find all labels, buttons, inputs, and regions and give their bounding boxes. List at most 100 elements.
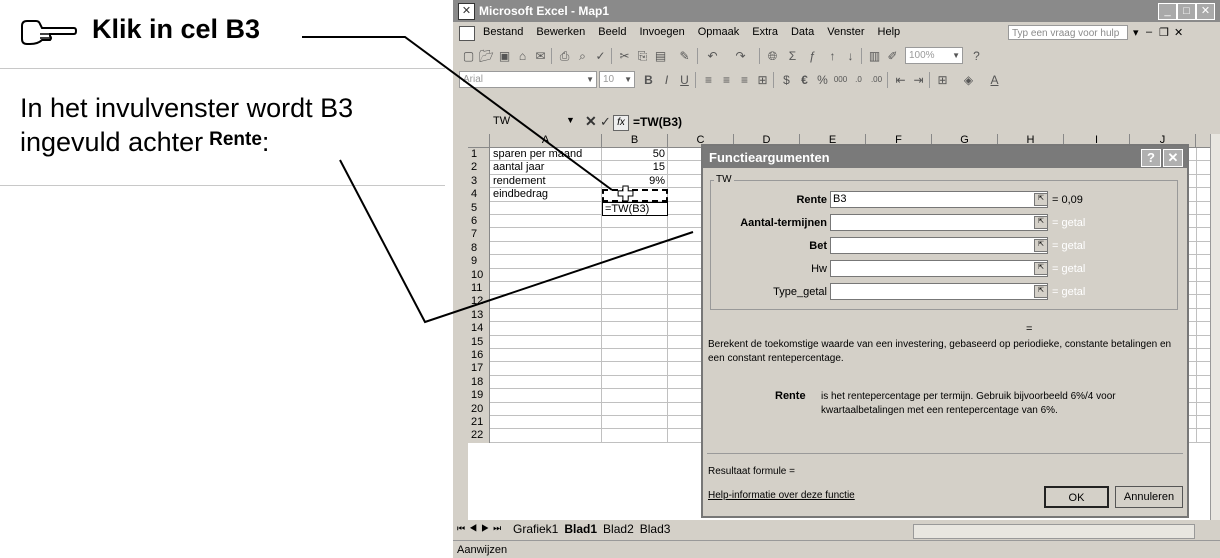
- row-header[interactable]: 4: [468, 188, 490, 202]
- dialog-title-bar[interactable]: Functieargumenten: [703, 146, 1187, 168]
- tab-grafiek1[interactable]: Grafiek1: [513, 522, 558, 536]
- cell-b15[interactable]: [602, 335, 668, 349]
- cell-a15[interactable]: [490, 335, 602, 349]
- cell-a1[interactable]: sparen per maand: [490, 148, 602, 162]
- row-header[interactable]: 8: [468, 241, 490, 256]
- cell-a9[interactable]: [490, 255, 602, 269]
- tab-blad2[interactable]: Blad2: [603, 522, 634, 536]
- align-center-icon[interactable]: ≡: [719, 73, 734, 87]
- email-icon[interactable]: ✉: [533, 49, 548, 63]
- help-icon[interactable]: ?: [969, 49, 984, 63]
- argument-input-bet[interactable]: [830, 237, 1048, 254]
- row-header[interactable]: 12: [468, 295, 490, 309]
- bold-icon[interactable]: B: [641, 73, 656, 87]
- row-header[interactable]: 1: [468, 148, 490, 162]
- autosum-icon[interactable]: Σ: [785, 49, 800, 63]
- cell-b6[interactable]: [602, 215, 668, 229]
- tab-blad3[interactable]: Blad3: [640, 522, 671, 536]
- cell-b13[interactable]: [602, 308, 668, 323]
- redo-icon[interactable]: ↷: [733, 49, 748, 63]
- print-icon[interactable]: ⎙: [557, 49, 572, 63]
- cell-b7[interactable]: [602, 228, 668, 242]
- cell-b16[interactable]: [602, 349, 668, 363]
- chevron-down-icon[interactable]: ▼: [566, 115, 575, 125]
- sort-descending-icon[interactable]: ↓: [843, 49, 858, 63]
- menu-item-bestand[interactable]: Bestand: [483, 26, 523, 38]
- drawing-icon[interactable]: ✐: [885, 49, 900, 63]
- menu-item-beeld[interactable]: Beeld: [598, 26, 626, 38]
- collapse-dialog-icon[interactable]: ⇱: [1034, 285, 1048, 298]
- argument-input-type_getal[interactable]: [830, 283, 1048, 300]
- title-bar[interactable]: ✕ Microsoft Excel - Map1 _ □ ✕: [453, 0, 1220, 22]
- workbook-icon[interactable]: [459, 26, 475, 41]
- print-preview-icon[interactable]: ⌕: [575, 49, 590, 63]
- menu-item-venster[interactable]: Venster: [827, 26, 864, 38]
- argument-input-hw[interactable]: [830, 260, 1048, 277]
- underline-icon[interactable]: U: [677, 73, 692, 87]
- row-header[interactable]: 11: [468, 282, 490, 296]
- insert-function-icon[interactable]: fx: [613, 115, 629, 131]
- row-header[interactable]: 19: [468, 389, 490, 403]
- row-header[interactable]: 2: [468, 161, 490, 175]
- cell-b3[interactable]: 9%: [602, 174, 668, 189]
- function-help-link[interactable]: Help-informatie over deze functie: [708, 490, 855, 501]
- cell-a16[interactable]: [490, 349, 602, 363]
- row-header[interactable]: 15: [468, 335, 490, 349]
- cell-a7[interactable]: [490, 228, 602, 242]
- menu-item-bewerken[interactable]: Bewerken: [536, 26, 585, 38]
- row-header[interactable]: 13: [468, 308, 490, 323]
- tab-blad1[interactable]: Blad1: [564, 522, 597, 536]
- cell-a11[interactable]: [490, 282, 602, 296]
- close-icon[interactable]: ✕: [1163, 149, 1183, 167]
- permission-icon[interactable]: ⌂: [515, 49, 530, 63]
- copy-icon[interactable]: ⎘: [635, 49, 650, 63]
- open-icon[interactable]: 📂︎: [479, 49, 494, 63]
- doc-restore-button[interactable]: ❐: [1159, 26, 1169, 39]
- cell-a6[interactable]: [490, 215, 602, 229]
- borders-icon[interactable]: ⊞: [935, 73, 950, 87]
- row-header[interactable]: 6: [468, 215, 490, 229]
- thousands-separator-icon[interactable]: 000: [833, 73, 848, 87]
- paste-icon[interactable]: ▤: [653, 49, 668, 63]
- insert-function-icon[interactable]: ƒ: [805, 49, 820, 63]
- row-header[interactable]: 21: [468, 416, 490, 430]
- argument-input-rente[interactable]: B3: [830, 191, 1048, 208]
- ask-question-box[interactable]: Typ een vraag voor hulp: [1008, 25, 1128, 40]
- doc-minimize-button[interactable]: –: [1146, 26, 1152, 38]
- cell-a19[interactable]: [490, 389, 602, 403]
- cell-b12[interactable]: [602, 295, 668, 309]
- cell-b9[interactable]: [602, 255, 668, 269]
- help-icon[interactable]: ?: [1141, 149, 1161, 167]
- decrease-decimal-icon[interactable]: .00: [869, 73, 884, 87]
- cell-a2[interactable]: aantal jaar: [490, 161, 602, 175]
- formula-input[interactable]: =TW(B3): [633, 115, 682, 129]
- cell-a8[interactable]: [490, 241, 602, 256]
- currency-icon[interactable]: $: [779, 73, 794, 87]
- font-name-select[interactable]: Arial ▼: [459, 71, 597, 88]
- cell-b17[interactable]: [602, 362, 668, 376]
- column-header-b[interactable]: B: [602, 134, 668, 147]
- cell-a20[interactable]: [490, 402, 602, 416]
- hyperlink-icon[interactable]: 🌐︎: [765, 49, 780, 63]
- ask-dropdown-icon[interactable]: ▾: [1133, 26, 1139, 39]
- menu-item-extra[interactable]: Extra: [752, 26, 778, 38]
- font-color-icon[interactable]: A: [987, 73, 1002, 87]
- save-icon[interactable]: ▣: [497, 49, 512, 63]
- column-header-a[interactable]: A: [490, 134, 602, 147]
- ok-button[interactable]: OK: [1044, 486, 1109, 508]
- increase-indent-icon[interactable]: ⇥: [911, 73, 926, 87]
- cell-b22[interactable]: [602, 429, 668, 443]
- align-right-icon[interactable]: ≡: [737, 73, 752, 87]
- collapse-dialog-icon[interactable]: ⇱: [1034, 216, 1048, 229]
- cell-a17[interactable]: [490, 362, 602, 376]
- increase-decimal-icon[interactable]: .0: [851, 73, 866, 87]
- cancel-entry-icon[interactable]: ✕: [585, 113, 597, 130]
- undo-icon[interactable]: ↶: [705, 49, 720, 63]
- fill-color-icon[interactable]: ◈: [961, 73, 976, 87]
- row-header[interactable]: 7: [468, 228, 490, 242]
- menu-item-data[interactable]: Data: [791, 26, 814, 38]
- cell-a10[interactable]: [490, 268, 602, 282]
- cell-b18[interactable]: [602, 375, 668, 390]
- align-left-icon[interactable]: ≡: [701, 73, 716, 87]
- cell-a21[interactable]: [490, 416, 602, 430]
